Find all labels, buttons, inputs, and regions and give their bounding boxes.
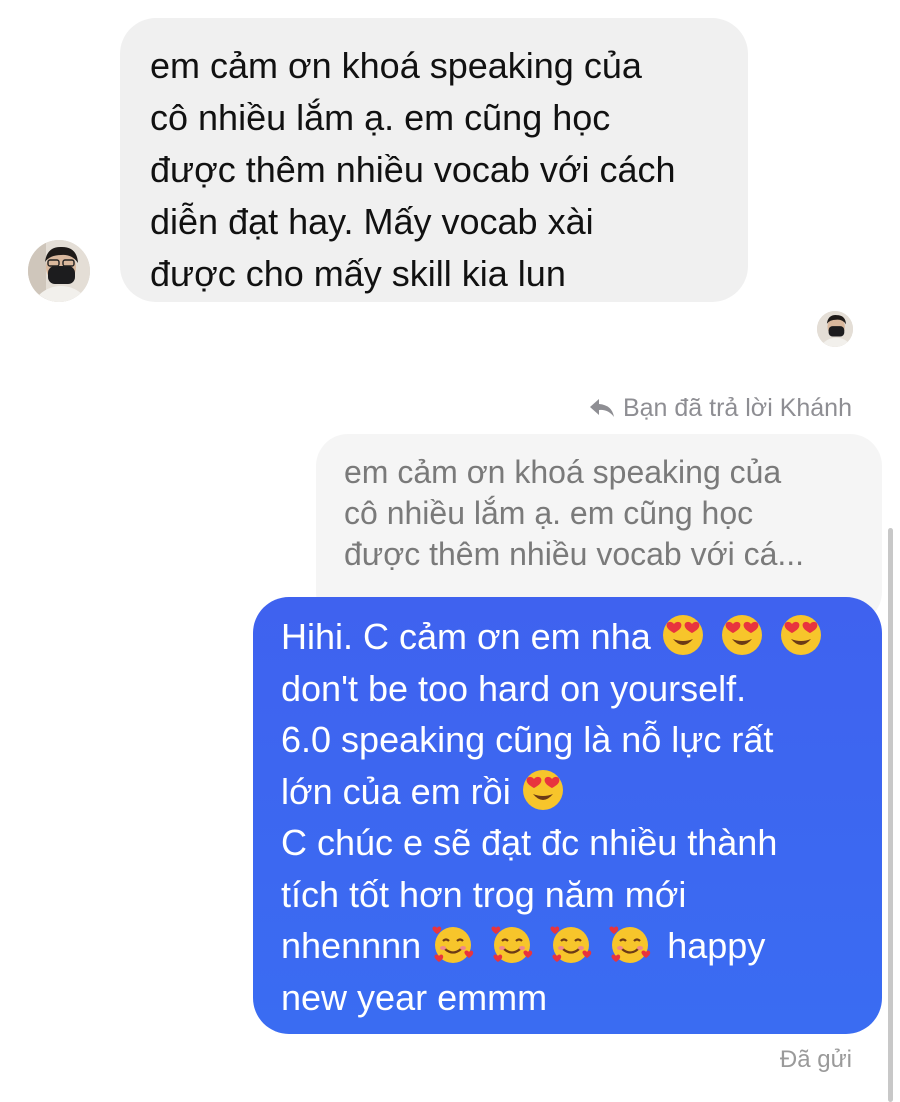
reply-header-text: Bạn đã trả lời Khánh [622, 393, 852, 422]
message-line: diễn đạt hay. Mấy vocab xài [150, 201, 594, 242]
user-avatar-icon[interactable] [28, 240, 90, 302]
heart-eyes-emoji-icon [779, 613, 823, 657]
smiling-face-with-hearts-emoji-icon [549, 922, 593, 966]
heart-eyes-emoji-icon [661, 613, 705, 657]
message-line: new year emmm [281, 976, 548, 1018]
reply-arrow-icon [589, 397, 615, 419]
message-line: cô nhiều lắm ạ. em cũng học [150, 97, 611, 138]
reply-header: Bạn đã trả lời Khánh [589, 393, 852, 423]
heart-eyes-emoji-icon [521, 768, 565, 812]
quoted-line: được thêm nhiều vocab với cá... [344, 536, 805, 572]
outgoing-message-bubble[interactable]: Hihi. C cảm ơn em nha don't be too hard … [253, 597, 882, 1034]
message-line: Hihi. C cảm ơn em nha [281, 611, 858, 663]
quoted-message-bubble[interactable]: em cảm ơn khoá speaking của cô nhiều lắm… [316, 434, 882, 624]
message-line: được cho mấy skill kia lun [150, 253, 566, 294]
message-line: nhennnn happy [281, 920, 858, 972]
smiling-face-with-hearts-emoji-icon [431, 922, 475, 966]
message-text: nhennnn [281, 925, 422, 966]
message-text: Hihi. C cảm ơn em nha [281, 616, 651, 657]
message-line: tích tốt hơn trog năm mới [281, 873, 687, 915]
quoted-line: cô nhiều lắm ạ. em cũng học [344, 495, 754, 531]
sent-status: Đã gửi [779, 1046, 852, 1073]
incoming-message-bubble[interactable]: em cảm ơn khoá speaking của cô nhiều lắm… [120, 18, 748, 302]
message-text: happy [667, 925, 766, 966]
scrollbar[interactable] [888, 528, 893, 1102]
message-line: được thêm nhiều vocab với cách [150, 149, 676, 190]
chat-thread: em cảm ơn khoá speaking của cô nhiều lắm… [0, 0, 900, 1102]
message-line: em cảm ơn khoá speaking của [150, 45, 642, 86]
quoted-line: em cảm ơn khoá speaking của [344, 454, 782, 490]
heart-eyes-emoji-icon [720, 613, 764, 657]
message-line: don't be too hard on yourself. [281, 667, 747, 709]
smiling-face-with-hearts-emoji-icon [490, 922, 534, 966]
message-line: lớn của em rồi [281, 766, 858, 818]
message-line: C chúc e sẽ đạt đc nhiều thành [281, 822, 778, 863]
message-text: lớn của em rồi [281, 770, 511, 812]
smiling-face-with-hearts-emoji-icon [608, 922, 652, 966]
message-line: 6.0 speaking cũng là nỗ lực rất [281, 719, 774, 760]
seen-avatar-icon [817, 311, 853, 347]
